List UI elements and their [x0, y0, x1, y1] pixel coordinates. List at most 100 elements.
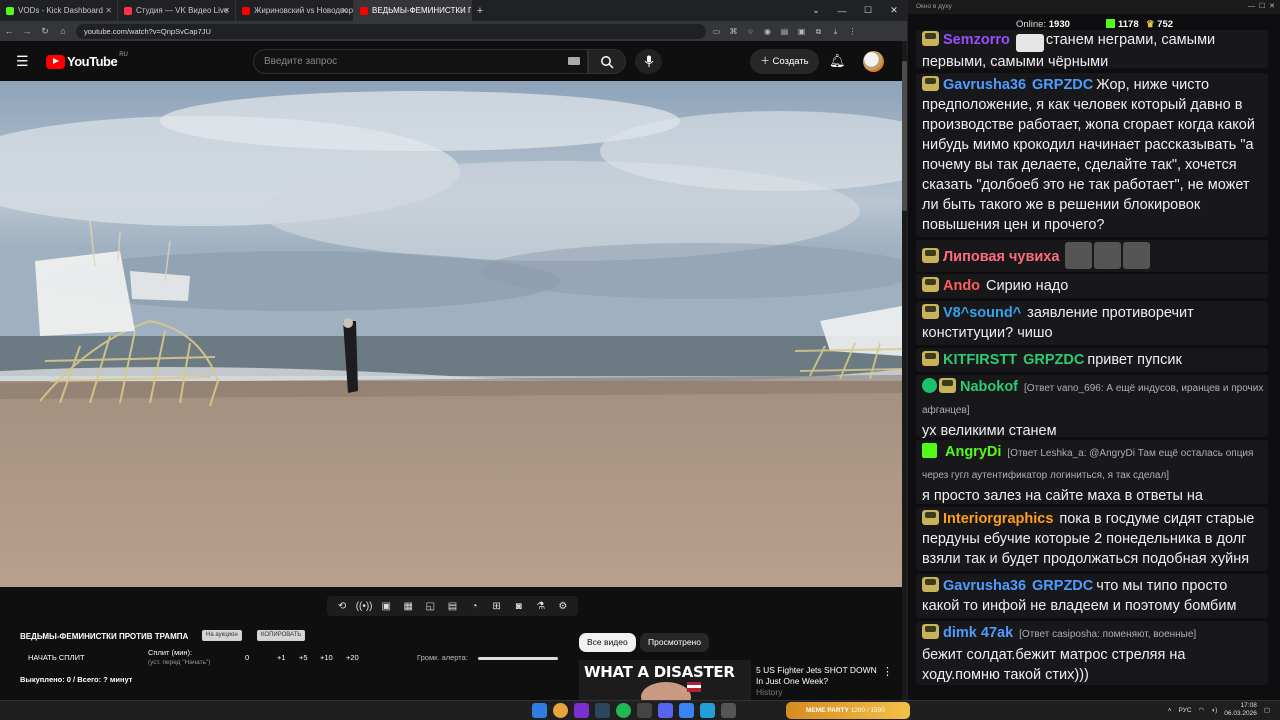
chat-nick[interactable]: Gavrusha36	[943, 578, 1026, 594]
chat-mention[interactable]: GRPZDC	[1023, 352, 1084, 368]
cast-icon[interactable]: ▭	[710, 25, 723, 38]
chat-mention[interactable]: GRPZDC	[1032, 578, 1093, 594]
forward-icon[interactable]: →	[18, 26, 36, 36]
notifications-bell-icon[interactable]: 🔔︎	[829, 53, 846, 69]
gear-icon[interactable]: ⚙	[553, 601, 573, 612]
app-icon[interactable]	[679, 703, 694, 718]
chat-nick[interactable]: AngryDi	[945, 444, 1001, 460]
flask-icon[interactable]: ⚗	[531, 601, 551, 612]
new-tab-button[interactable]: +	[472, 5, 488, 17]
chat-nick[interactable]: Interiorgraphics	[943, 511, 1053, 527]
keyboard-icon[interactable]	[568, 57, 580, 65]
close-window-button[interactable]: ✕	[881, 5, 907, 16]
filter-watched[interactable]: Просмотрено	[640, 633, 709, 652]
chat-nick[interactable]: Semzorro	[943, 32, 1010, 48]
clock-time: 17:08	[1240, 702, 1257, 709]
create-button[interactable]: ＋ Создать	[750, 49, 819, 74]
add-5-button[interactable]: +5	[299, 653, 308, 662]
tab-search-icon[interactable]: ⌄	[803, 5, 829, 16]
tab-vk-studio[interactable]: Студия — VK Видео Live ✕	[118, 0, 236, 21]
volume-icon[interactable]: ◖)	[1211, 707, 1217, 714]
vk-icon	[124, 6, 132, 15]
discord-icon[interactable]	[658, 703, 673, 718]
filter-all-videos[interactable]: Все видео	[579, 633, 636, 652]
recommended-video-info[interactable]: 5 US Fighter Jets SHOT DOWN In Just One …	[756, 665, 877, 698]
emote-icon	[1123, 242, 1151, 269]
url-field[interactable]: youtube.com/watch?v=QnpSvCap7JU	[76, 23, 706, 39]
clock[interactable]: 17:08 06.03.2026	[1224, 702, 1257, 718]
youtube-logo[interactable]: YouTube RU	[46, 52, 128, 69]
start-split-button[interactable]: НАЧАТЬ СПЛИТ	[28, 653, 85, 662]
speedometer-icon[interactable]: ◔	[465, 601, 485, 612]
extension-icon[interactable]: ⧉	[812, 25, 825, 38]
windows-start-icon[interactable]	[532, 703, 547, 718]
screenshot-camera-icon[interactable]: ◙	[509, 601, 529, 612]
add-frame-icon[interactable]: ⊞	[487, 601, 507, 612]
tab-youtube-zhirinovsky[interactable]: Жириновский vs Новодворская✕	[236, 0, 354, 21]
bookmark-star-icon[interactable]: ☆	[744, 25, 757, 38]
split-minutes-input[interactable]: 0	[245, 653, 249, 662]
back-icon[interactable]: ←	[0, 26, 18, 36]
window-controls: ⌄ — ☐ ✕	[803, 0, 907, 21]
chat-nick[interactable]: V8^sound^	[943, 305, 1021, 321]
extension-icon[interactable]: ▣	[795, 25, 808, 38]
chat-mention[interactable]: GRPZDC	[1032, 77, 1093, 93]
chat-nick[interactable]: Ando	[943, 278, 980, 294]
close-tab-icon[interactable]: ✕	[223, 6, 230, 15]
close-tab-icon[interactable]: ✕	[105, 6, 112, 15]
pip-icon[interactable]: ◱	[420, 601, 440, 612]
broadcast-icon[interactable]: ((•))	[354, 601, 374, 612]
app-icon[interactable]	[721, 703, 736, 718]
download-icon[interactable]: ⤓	[829, 25, 842, 38]
clapperboard-icon[interactable]: ▦	[398, 601, 418, 612]
more-options-icon[interactable]: ⋮	[882, 665, 893, 678]
obs-icon[interactable]	[637, 703, 652, 718]
chat-nick[interactable]: dimk 47ak	[943, 625, 1013, 641]
chrome-icon[interactable]	[553, 703, 568, 718]
language-indicator[interactable]: РУС	[1179, 707, 1192, 714]
search-button[interactable]	[588, 49, 626, 74]
voice-search-button[interactable]	[635, 49, 662, 74]
video-settings-icon[interactable]: ▣	[376, 601, 396, 612]
twitch-icon[interactable]	[574, 703, 589, 718]
chat-nick[interactable]: Gavrusha36	[943, 77, 1026, 93]
add-10-button[interactable]: +10	[320, 653, 333, 662]
home-icon[interactable]: ⌂	[54, 26, 72, 36]
user-avatar[interactable]	[863, 51, 884, 72]
chat-window-controls[interactable]: — ☐ ✕	[1248, 0, 1275, 14]
search-input[interactable]: Введите запрос	[253, 49, 588, 74]
reload-icon[interactable]: ↻	[36, 26, 54, 37]
maximize-button[interactable]: ☐	[855, 5, 881, 16]
add-20-button[interactable]: +20	[346, 653, 359, 662]
tray-chevron-icon[interactable]: ˄	[1168, 707, 1172, 714]
meme-party-widget[interactable]: MEME PARTY 1200 / 1500	[786, 702, 910, 719]
alert-volume-slider[interactable]	[478, 657, 558, 660]
tab-kick-dashboard[interactable]: VODs - Kick Dashboard ✕	[0, 0, 118, 21]
spotify-icon[interactable]	[616, 703, 631, 718]
copy-button[interactable]: КОПИРОВАТЬ	[257, 630, 306, 641]
steam-icon[interactable]	[595, 703, 610, 718]
tab-youtube-active[interactable]: ВЕДЬМЫ-ФЕМИНИСТКИ ПРОТ✕	[354, 0, 472, 21]
extension-icon[interactable]: ◉	[761, 25, 774, 38]
film-icon[interactable]: ▤	[442, 601, 462, 612]
menu-icon[interactable]: ⋮	[846, 25, 859, 38]
recommended-thumbnail[interactable]: WHAT A DISASTER	[579, 660, 751, 700]
chat-nick[interactable]: Nabokof	[960, 379, 1018, 395]
video-player[interactable]	[0, 81, 902, 587]
add-1-button[interactable]: +1	[277, 653, 286, 662]
loop-icon[interactable]: ⟲	[332, 601, 352, 612]
online-label: Online:	[1016, 19, 1047, 30]
translate-icon[interactable]: ⌘	[727, 25, 740, 38]
menu-hamburger-icon[interactable]: ☰	[16, 54, 29, 68]
wifi-icon[interactable]: ◠	[1199, 706, 1205, 714]
close-tab-icon[interactable]: ✕	[341, 6, 348, 15]
telegram-icon[interactable]	[700, 703, 715, 718]
sub-badge-icon	[922, 577, 939, 592]
extension-icon[interactable]: ▤	[778, 25, 791, 38]
chat-nick[interactable]: Липовая чувиха	[943, 249, 1059, 265]
chat-nick[interactable]: KITFIRSTT	[943, 352, 1017, 368]
on-auction-button[interactable]: На аукцион	[202, 630, 242, 641]
minimize-button[interactable]: —	[829, 6, 855, 16]
notification-icon[interactable]: ▢	[1264, 706, 1270, 714]
close-tab-icon[interactable]: ✕	[459, 6, 466, 15]
